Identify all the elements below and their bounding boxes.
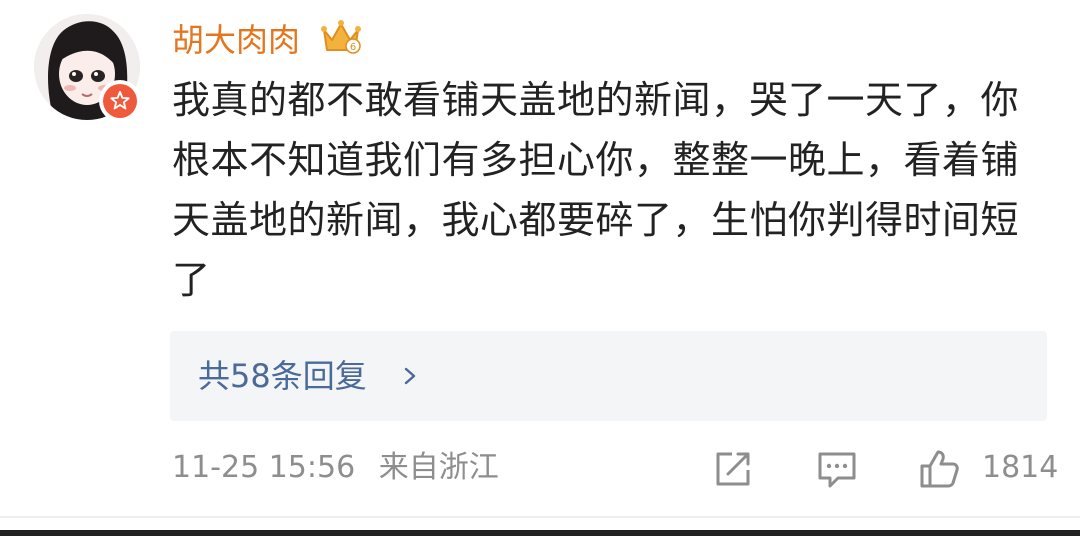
timestamp: 11-25 15:56	[172, 450, 356, 485]
share-icon[interactable]	[710, 446, 756, 492]
location: 来自浙江	[378, 450, 499, 485]
thumbs-up-icon[interactable]	[916, 446, 962, 492]
replies-link[interactable]: 共58条回复	[170, 331, 1047, 421]
divider	[0, 516, 1080, 518]
username[interactable]: 胡大肉肉	[172, 18, 300, 62]
comment-text: 我真的都不敢看铺天盖地的新闻，哭了一天了，你根本不知道我们有多担心你，整整一晚上…	[172, 78, 1020, 302]
svg-text:6: 6	[350, 42, 356, 53]
crown-vip-icon[interactable]: 6	[320, 16, 362, 56]
post-meta: 11-25 15:56 来自浙江	[172, 446, 499, 490]
like-count: 1814	[982, 450, 1059, 485]
chevron-right-icon	[400, 366, 420, 386]
verified-badge-icon	[99, 80, 141, 122]
bottom-border	[0, 530, 1080, 536]
replies-count-label: 共58条回复	[198, 357, 367, 395]
comment-icon[interactable]	[814, 446, 860, 492]
